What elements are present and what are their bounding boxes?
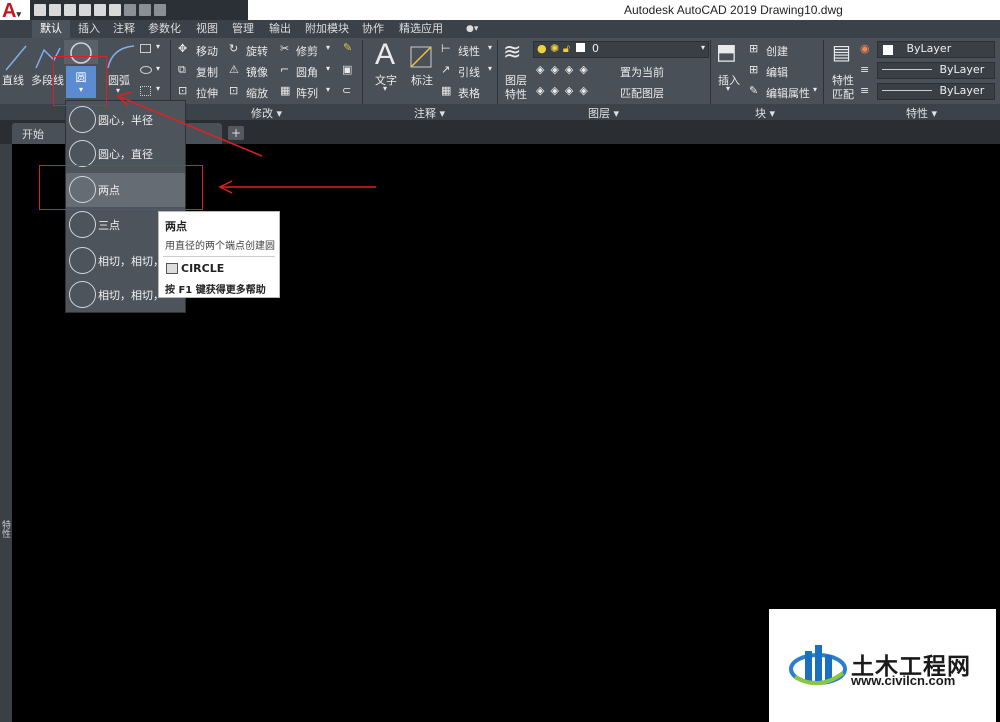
watermark-logo-icon xyxy=(789,645,847,685)
arrow-to-circle-button xyxy=(117,95,263,157)
watermark-url: www.civilcn.com xyxy=(851,673,956,688)
watermark: 土木工程网 www.civilcn.com xyxy=(769,609,996,722)
